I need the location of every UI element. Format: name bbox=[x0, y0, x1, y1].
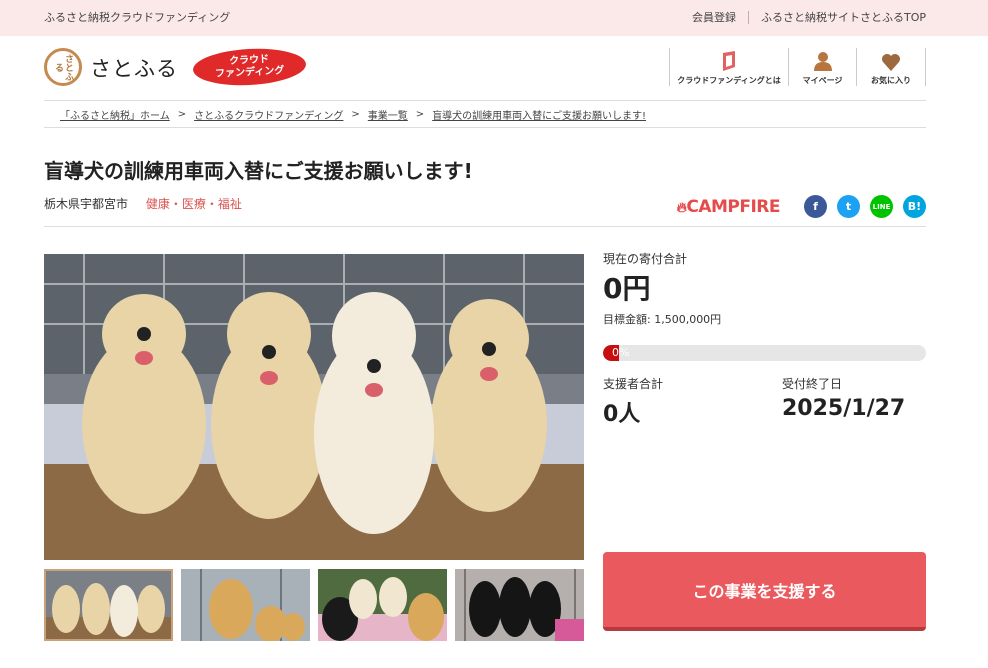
facebook-icon[interactable]: f bbox=[804, 195, 827, 218]
nav-about-crowdfunding[interactable]: クラウドファンディングとは bbox=[670, 48, 789, 86]
line-icon[interactable]: LINE bbox=[870, 195, 893, 218]
top-bar: ふるさと納税クラウドファンディング 会員登録 ふるさと納税サイトさとふるTOP bbox=[0, 0, 988, 36]
satofull-logo-text[interactable]: さとふる bbox=[90, 53, 178, 83]
thumbnail-3[interactable] bbox=[318, 569, 447, 641]
total-value: 0円 bbox=[603, 272, 651, 305]
header-nav: クラウドファンディングとは マイページ お気に入り bbox=[669, 48, 926, 86]
nav-mypage[interactable]: マイページ bbox=[789, 48, 857, 86]
nav-favorites[interactable]: お気に入り bbox=[857, 48, 926, 86]
nav-label: お気に入り bbox=[871, 76, 911, 85]
project-location: 栃木県宇都宮市 bbox=[44, 197, 129, 211]
heart-icon bbox=[882, 54, 900, 71]
progress-percent: 0% bbox=[612, 346, 630, 359]
breadcrumb-current[interactable]: 盲導犬の訓練用車両入替にご支援お願いします! bbox=[432, 107, 646, 122]
thumbnail-2[interactable] bbox=[181, 569, 310, 641]
thumbnail-image bbox=[44, 569, 173, 641]
deadline-block: 受付終了日 2025/1/27 bbox=[782, 375, 905, 421]
supporters-label: 支援者合計 bbox=[603, 377, 664, 391]
thumbnail-4[interactable] bbox=[455, 569, 584, 641]
satofull-logo-mark[interactable]: さとふる bbox=[44, 48, 82, 86]
logo-mark-text: さとふる bbox=[53, 53, 73, 81]
twitter-icon[interactable]: t bbox=[837, 195, 860, 218]
supporters-block: 支援者合計 0人 bbox=[603, 375, 663, 428]
funding-stats: 現在の寄付合計 0円 目標金額: 1,500,000円 0% 支援者合計 0人 … bbox=[603, 250, 926, 427]
supporters-value: 0人 bbox=[603, 402, 641, 427]
breadcrumb-separator: > bbox=[177, 108, 187, 120]
hatena-icon[interactable]: B! bbox=[903, 195, 926, 218]
thumbnail-1[interactable] bbox=[44, 569, 173, 641]
campfire-text: CAMPFIRE bbox=[686, 196, 780, 217]
flame-icon: 🔥︎ bbox=[676, 199, 687, 216]
breadcrumb-separator: > bbox=[415, 108, 425, 120]
satofull-top-link[interactable]: ふるさと納税サイトさとふるTOP bbox=[761, 9, 926, 25]
project-meta: 栃木県宇都宮市 健康・医療・福祉 bbox=[44, 195, 242, 212]
total-label: 現在の寄付合計 bbox=[603, 252, 688, 266]
divider bbox=[44, 226, 926, 227]
book-icon bbox=[723, 51, 735, 71]
crowdfunding-badge[interactable]: クラウド ファンディング bbox=[192, 46, 307, 88]
breadcrumb-project-list[interactable]: 事業一覧 bbox=[368, 107, 408, 122]
main-photo[interactable] bbox=[44, 254, 584, 560]
header: さとふる さとふる クラウド ファンディング クラウドファンディングとは マイペ… bbox=[0, 36, 988, 100]
share-bar: 🔥︎CAMPFIRE f t LINE B! bbox=[677, 195, 926, 218]
thumbnail-image bbox=[181, 569, 310, 641]
top-links: 会員登録 ふるさと納税サイトさとふるTOP bbox=[692, 9, 926, 25]
deadline-value: 2025/1/27 bbox=[782, 396, 906, 421]
support-button[interactable]: この事業を支援する bbox=[603, 552, 926, 631]
thumbnail-image bbox=[455, 569, 584, 641]
register-link[interactable]: 会員登録 bbox=[692, 9, 736, 25]
breadcrumb-crowdfunding[interactable]: さとふるクラウドファンディング bbox=[194, 107, 343, 122]
breadcrumb-separator: > bbox=[351, 108, 360, 120]
campfire-logo[interactable]: 🔥︎CAMPFIRE bbox=[676, 196, 781, 217]
nav-label: クラウドファンディングとは bbox=[677, 76, 781, 85]
nav-label: マイページ bbox=[802, 76, 843, 85]
user-icon bbox=[813, 52, 832, 71]
thumbnail-strip bbox=[44, 569, 592, 641]
divider bbox=[747, 10, 749, 24]
goal-amount: 目標金額: 1,500,000円 bbox=[603, 313, 722, 326]
deadline-label: 受付終了日 bbox=[782, 377, 843, 391]
site-name: ふるさと納税クラウドファンディング bbox=[44, 11, 231, 24]
breadcrumb-home[interactable]: 「ふるさと納税」ホーム bbox=[60, 107, 170, 122]
page-title: 盲導犬の訓練用車両入替にご支援お願いします! bbox=[44, 159, 473, 183]
progress-bar: 0% bbox=[603, 345, 926, 361]
project-category[interactable]: 健康・医療・福祉 bbox=[146, 197, 242, 211]
dogs-photo-image bbox=[44, 254, 584, 560]
thumbnail-image bbox=[318, 569, 447, 641]
breadcrumb: 「ふるさと納税」ホーム > さとふるクラウドファンディング > 事業一覧 > 盲… bbox=[44, 100, 926, 128]
